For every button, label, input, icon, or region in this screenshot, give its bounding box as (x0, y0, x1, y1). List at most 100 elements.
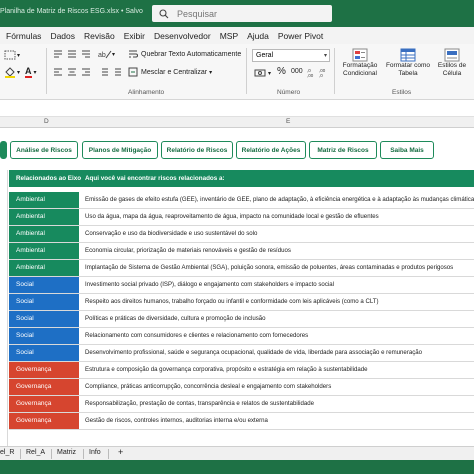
text-orientation-icon: ab (98, 50, 112, 59)
table-row[interactable]: Governança Compliance, práticas anticorru… (9, 379, 474, 396)
sheet-tab-el-r[interactable]: el_R (0, 449, 14, 456)
category-cell: Social (9, 311, 79, 327)
horizontal-align-group[interactable] (53, 67, 93, 77)
merge-cells-icon (128, 67, 138, 77)
table-row[interactable]: Governança Estrutura e composição da gove… (9, 362, 474, 379)
menu-formulas[interactable]: Fórmulas (6, 31, 41, 41)
menu-desenvolvedor[interactable]: Desenvolvedor (154, 31, 211, 41)
cell-styles-label: Estilos de Célula (437, 62, 467, 77)
table-row[interactable]: Social Relacionamento com consumidores e … (9, 328, 474, 345)
add-sheet-icon[interactable]: + (118, 447, 123, 457)
svg-text:,0: ,0 (319, 73, 323, 78)
tab-divider (51, 449, 52, 459)
header-riscos: Aqui você vai encontrar riscos relaciona… (85, 175, 225, 182)
category-cell: Social (9, 294, 79, 310)
merge-center-button[interactable]: Mesclar e Centralizar ▾ (128, 67, 212, 77)
title-bar: Planilha de Matriz de Riscos ESG.xlsx • … (0, 0, 474, 27)
sheet-tabs-bar: el_R Rel_A Matriz Info + (0, 446, 474, 460)
table-row[interactable]: Ambiental Conservação e uso da biodiversi… (9, 226, 474, 243)
horizontal-align-icons (54, 68, 90, 76)
orientation-button[interactable]: ab ▾ (98, 49, 115, 59)
thousands-icon: 000 (291, 68, 303, 75)
menu-power-pivot[interactable]: Power Pivot (278, 31, 323, 41)
column-header-d[interactable]: D (44, 118, 49, 125)
currency-format-button[interactable]: ▾ (254, 68, 271, 78)
nav-tab-partial[interactable] (0, 141, 7, 159)
category-cell: Ambiental (9, 209, 79, 225)
nav-tab-analise-riscos[interactable]: Análise de Riscos (10, 141, 78, 159)
excel-window: Planilha de Matriz de Riscos ESG.xlsx • … (0, 0, 474, 474)
chevron-down-icon: ▾ (323, 53, 327, 59)
description-cell: Conservação e uso da biodiversidade e us… (85, 230, 258, 237)
sheet-tab-rel-a[interactable]: Rel_A (26, 449, 45, 456)
search-icon (158, 8, 169, 19)
percent-button[interactable]: % (277, 66, 286, 77)
menu-dados[interactable]: Dados (50, 31, 75, 41)
table-row[interactable]: Governança Gestão de riscos, controles in… (9, 413, 474, 430)
row-divider (9, 429, 474, 430)
sheet-tab-matriz[interactable]: Matriz (57, 449, 76, 456)
vertical-align-icons (54, 50, 90, 58)
column-header-e[interactable]: E (286, 118, 290, 125)
table-header: Relacionados ao Eixo Aqui você vai encon… (9, 170, 474, 187)
nav-tab-relatorio-acoes[interactable]: Relatório de Ações (236, 141, 306, 159)
window-title: Planilha de Matriz de Riscos ESG.xlsx • … (0, 8, 143, 15)
menu-exibir[interactable]: Exibir (124, 31, 145, 41)
nav-tab-planos-mitigacao[interactable]: Planos de Mitigação (82, 141, 158, 159)
format-table-icon (400, 48, 416, 62)
group-label-styles: Estilos (392, 89, 412, 96)
wrap-text-icon (129, 50, 138, 58)
wrap-text-label: Quebrar Texto Automaticamente (141, 50, 242, 58)
table-row[interactable]: Social Políticas e práticas de diversidad… (9, 311, 474, 328)
worksheet-grid[interactable]: Análise de Riscos Planos de Mitigação Re… (0, 128, 474, 446)
category-cell: Social (9, 328, 79, 344)
merge-center-label: Mesclar e Centralizar (141, 68, 208, 76)
border-button[interactable]: ▾ (4, 50, 20, 60)
status-bar (0, 460, 474, 474)
thousands-button[interactable]: 000 (291, 68, 303, 75)
tab-divider (20, 449, 21, 459)
table-row[interactable]: Ambiental Emissão de gases de efeito estu… (9, 192, 474, 209)
category-cell: Social (9, 345, 79, 361)
table-row[interactable]: Social Investimento social privado (ISP),… (9, 277, 474, 294)
search-box[interactable] (152, 5, 332, 22)
search-input[interactable] (177, 8, 327, 19)
svg-text:,00: ,00 (307, 73, 314, 78)
nav-tab-matriz-riscos[interactable]: Matriz de Riscos (309, 141, 377, 159)
ribbon-separator (246, 48, 247, 94)
sheet-tab-info[interactable]: Info (89, 449, 101, 456)
borders-icon (4, 50, 16, 60)
menu-ajuda[interactable]: Ajuda (247, 31, 269, 41)
ribbon-separator (334, 48, 335, 94)
font-color-button[interactable]: A ▾ (25, 67, 37, 78)
table-row[interactable]: Governança Responsabilização, prestação d… (9, 396, 474, 413)
description-cell: Respeito aos direitos humanos, trabalho … (85, 298, 379, 305)
wrap-text-button[interactable]: Quebrar Texto Automaticamente (128, 49, 241, 59)
category-cell: Governança (9, 379, 79, 395)
fill-color-button[interactable]: ▾ (4, 67, 20, 78)
align-top-group[interactable] (53, 49, 93, 59)
group-label-number: Número (277, 89, 301, 96)
category-cell: Governança (9, 413, 79, 429)
conditional-formatting-label: Formatação Condicional (342, 62, 378, 77)
number-format-select[interactable]: Geral ▾ (252, 49, 330, 62)
table-row[interactable]: Ambiental Economia circular, priorização … (9, 243, 474, 260)
description-cell: Responsabilização, prestação de contas, … (85, 400, 314, 407)
description-cell: Gestão de riscos, controles internos, au… (85, 417, 268, 424)
format-as-table-button[interactable]: Formatar como Tabela (384, 48, 432, 78)
table-row[interactable]: Social Desenvolvimento profissional, saúd… (9, 345, 474, 362)
decimal-buttons[interactable]: ,0,00,00,0 (307, 67, 331, 78)
table-row[interactable]: Ambiental Uso da água, mapa da água, reap… (9, 209, 474, 226)
menu-revisao[interactable]: Revisão (84, 31, 115, 41)
table-row[interactable]: Social Respeito aos direitos humanos, tra… (9, 294, 474, 311)
conditional-formatting-button[interactable]: Formatação Condicional (338, 48, 382, 78)
cell-styles-button[interactable]: Estilos de Célula (432, 48, 472, 78)
header-eixo: Relacionados ao Eixo (16, 175, 82, 182)
nav-tab-relatorio-riscos[interactable]: Relatório de Riscos (161, 141, 233, 159)
group-label-alignment: Alinhamento (128, 89, 165, 96)
menu-msp[interactable]: MSP (220, 31, 238, 41)
table-row[interactable]: Ambiental Implantação de Sistema de Gestã… (9, 260, 474, 277)
indent-buttons[interactable] (98, 67, 122, 77)
nav-tab-saiba-mais[interactable]: Saiba Mais (380, 141, 434, 159)
formula-bar[interactable] (0, 100, 474, 117)
